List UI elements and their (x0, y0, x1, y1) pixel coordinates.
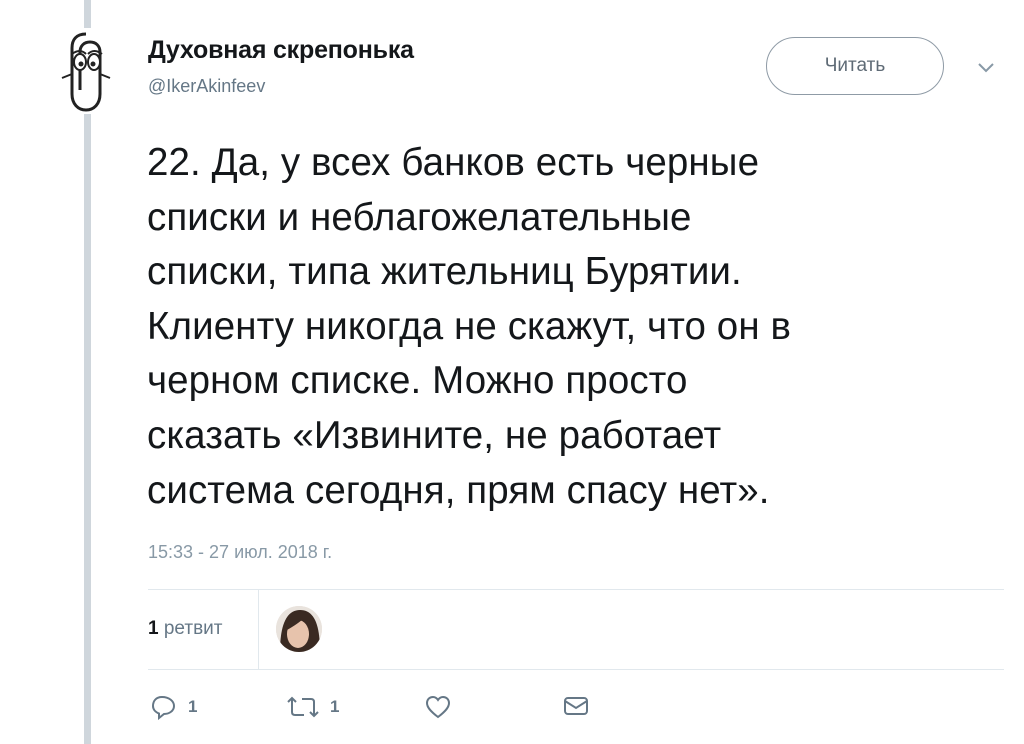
divider (148, 589, 1004, 590)
chevron-down-icon[interactable] (975, 56, 997, 78)
reply-count: 1 (188, 697, 198, 716)
author-name[interactable]: Духовная скрепонька (148, 36, 414, 65)
reply-button[interactable]: 1 (150, 694, 197, 720)
retweet-button[interactable]: 1 (286, 694, 339, 720)
retweets-label: ретвит (163, 618, 223, 639)
author-handle[interactable]: @IkerAkinfeev (148, 76, 265, 97)
retweeter-avatar[interactable] (276, 606, 322, 652)
retweet-icon (287, 696, 319, 718)
retweets-count: 1 (148, 618, 159, 639)
reply-icon (151, 695, 176, 720)
heart-icon (425, 695, 451, 719)
tweet-timestamp[interactable]: 15:33 - 27 июл. 2018 г. (148, 542, 332, 563)
divider (148, 669, 1004, 670)
direct-message-button[interactable] (562, 694, 590, 718)
retweets-stat[interactable]: 1 ретвит (148, 618, 222, 640)
divider (258, 590, 259, 670)
retweet-count: 1 (330, 697, 340, 716)
tweet-text: 22. Да, у всех банков есть черные списки… (147, 141, 792, 512)
like-button[interactable] (424, 694, 452, 720)
envelope-icon (564, 697, 588, 715)
paperclip-avatar-icon (61, 32, 111, 112)
follow-button[interactable]: Читать (766, 37, 944, 95)
avatar[interactable] (58, 28, 114, 114)
